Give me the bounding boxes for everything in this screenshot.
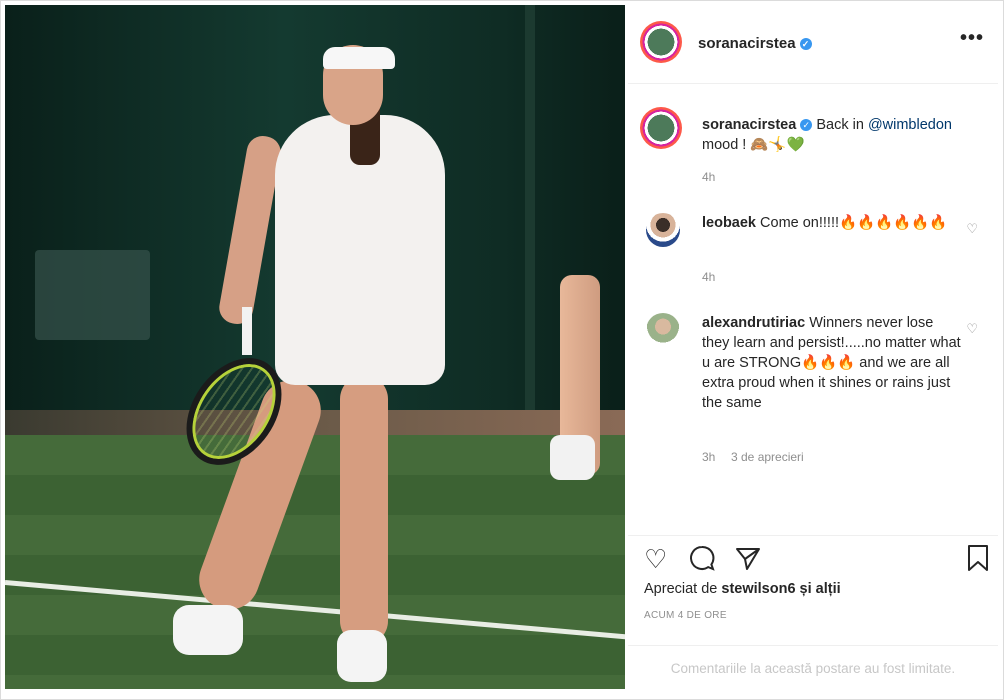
liked-by-others[interactable]: și alții [796,581,841,597]
caption-username[interactable]: soranacirstea [702,117,796,133]
player-visor [323,47,395,69]
author-avatar[interactable] [640,21,682,63]
caption-text-after: mood ! 🙈🤸💚 [702,137,805,153]
post-header: soranacirstea ✓ ••• [628,5,998,84]
like-comment-heart-icon[interactable]: ♡ [966,221,978,237]
player-left-shoe [173,605,243,655]
comment-username[interactable]: leobaek [702,215,756,231]
comment-likes[interactable]: 3 de aprecieri [731,450,804,464]
comment-username[interactable]: alexandrutiriac [702,315,805,331]
court-chair [35,250,150,340]
background-pole [525,5,535,435]
like-heart-icon[interactable]: ♡ [644,544,667,574]
caption-text-before: Back in [816,117,868,133]
save-bookmark-icon[interactable] [966,544,990,578]
action-bar: ♡ [628,535,998,586]
player-right-leg [340,375,388,645]
comment-time[interactable]: 4h [702,270,715,284]
comment-time[interactable]: 3h [702,450,715,464]
liked-by-user[interactable]: stewilson6 [721,581,795,597]
player-right-shoe [337,630,387,682]
commenter-avatar[interactable] [646,313,680,347]
grass-court [5,435,625,689]
comments-limited-notice: Comentariile la această postare au fost … [628,645,998,692]
post-age[interactable]: ACUM 4 DE ORE [644,610,727,621]
caption: soranacirstea ✓ Back in @wimbledon mood !… [702,115,964,155]
caption-mention-link[interactable]: @wimbledon [868,117,952,133]
comment-item: alexandrutiriac Winners never lose they … [702,313,964,413]
comment-item: leobaek Come on!!!!!🔥🔥🔥🔥🔥🔥 [702,213,964,233]
comment-bubble-icon[interactable] [688,544,716,578]
commenter-avatar[interactable] [646,213,680,247]
share-paper-plane-icon[interactable] [734,544,762,578]
comment-text: Come on!!!!!🔥🔥🔥🔥🔥🔥 [760,215,948,231]
caption-time[interactable]: 4h [702,170,715,184]
ball-kid-shoe [550,435,595,480]
post-photo[interactable] [5,5,625,689]
more-options-icon[interactable]: ••• [960,27,984,50]
verified-badge-icon: ✓ [800,119,813,131]
racket-handle [242,307,252,355]
post-side-panel: soranacirstea ✓ ••• soranacirstea ✓ Back i… [628,5,998,691]
verified-badge-icon: ✓ [799,38,812,50]
author-username[interactable]: soranacirstea ✓ [698,35,812,52]
caption-avatar[interactable] [640,107,682,149]
likes-summary: Apreciat de stewilson6 și alții [644,581,841,597]
like-comment-heart-icon[interactable]: ♡ [966,321,978,337]
